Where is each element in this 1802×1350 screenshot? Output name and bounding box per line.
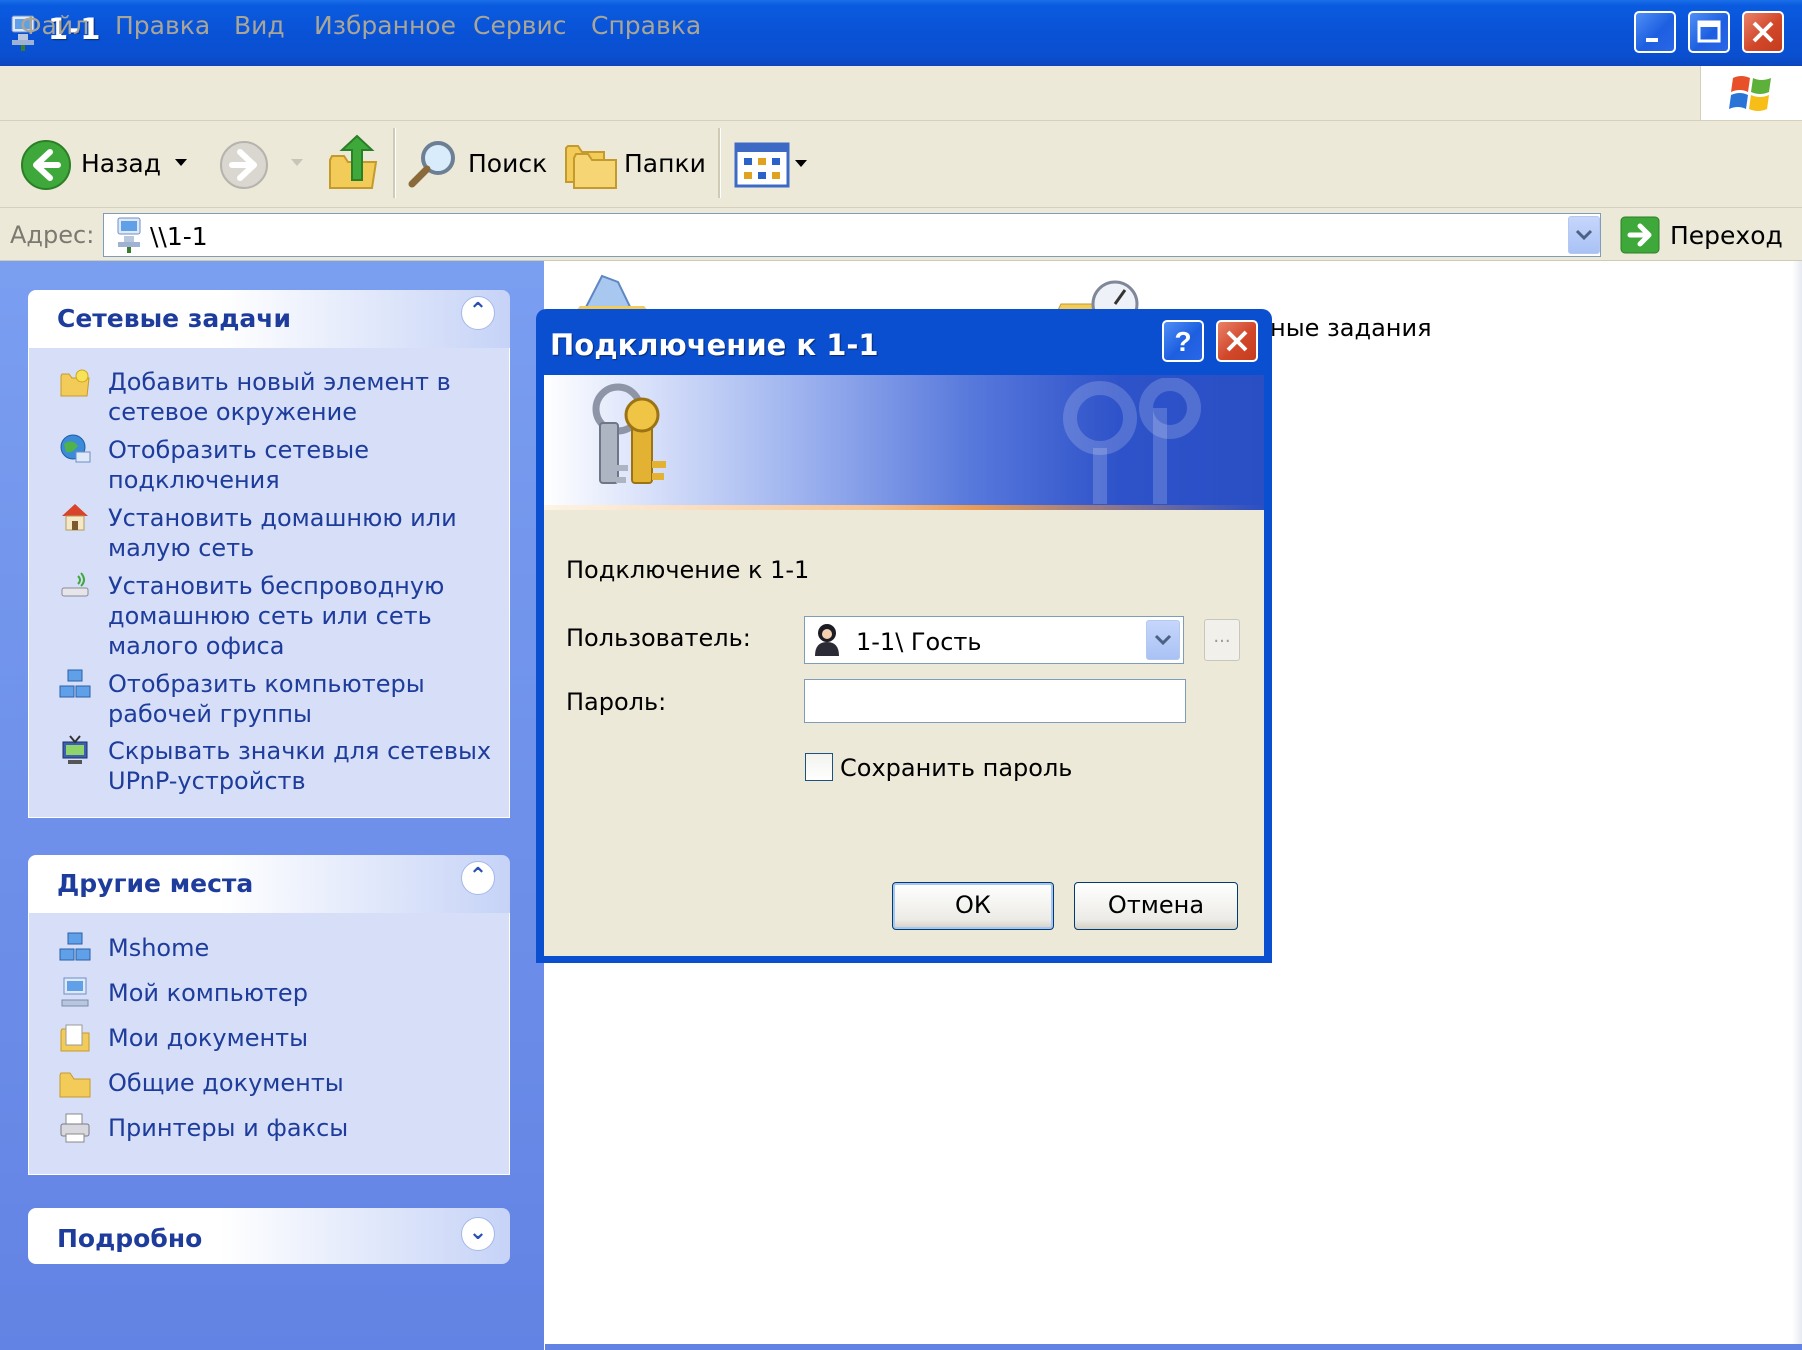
address-value: \\1-1 <box>150 222 208 251</box>
back-arrow-icon <box>21 140 71 190</box>
views-dropdown-icon <box>795 160 807 167</box>
collapse-chevron-icon[interactable]: ⌃ <box>461 861 495 895</box>
minimize-button[interactable] <box>1634 11 1676 53</box>
workgroup-icon <box>59 932 91 961</box>
scheduled-tasks-label[interactable]: ные задания <box>1270 314 1432 342</box>
up-folder-button[interactable] <box>326 132 382 194</box>
network-tasks-title: Сетевые задачи <box>57 304 291 333</box>
network-connections-icon <box>60 434 91 463</box>
upnp-device-icon <box>62 735 88 764</box>
keys-icon <box>592 383 666 484</box>
search-label: Поиск <box>468 149 548 178</box>
home-network-icon <box>62 504 88 531</box>
details-title: Подробно <box>57 1224 203 1253</box>
search-icon <box>408 141 455 188</box>
other-places-title: Другие места <box>57 869 254 898</box>
my-documents-icon <box>60 1024 90 1052</box>
windows-logo-icon <box>1729 76 1771 111</box>
window-bottom-border <box>545 1344 1802 1350</box>
place-printers-faxes[interactable]: Принтеры и факсы <box>108 1113 508 1143</box>
task-wireless-network[interactable]: Установить беспроводную домашнюю сеть ил… <box>108 571 508 661</box>
user-icon <box>815 624 839 656</box>
folders-label: Папки <box>624 149 706 178</box>
address-input[interactable] <box>103 213 1601 257</box>
cancel-button[interactable]: Отмена <box>1074 882 1238 930</box>
task-add-network-place[interactable]: Добавить новый элемент в сетевое окружен… <box>108 367 508 427</box>
folders-icon <box>565 145 617 189</box>
dialog-close-button[interactable] <box>1216 320 1258 362</box>
close-icon <box>1752 21 1774 43</box>
wireless-network-icon <box>61 572 89 597</box>
menu-view[interactable]: Вид <box>234 11 285 40</box>
place-mshome[interactable]: Mshome <box>108 933 508 963</box>
close-button[interactable] <box>1742 11 1784 53</box>
expand-chevron-icon[interactable]: ⌄ <box>461 1217 495 1251</box>
menu-file[interactable]: Файл <box>20 11 89 40</box>
place-shared-documents[interactable]: Общие документы <box>108 1068 508 1098</box>
maximize-icon <box>1697 20 1721 43</box>
help-icon: ? <box>1174 326 1191 357</box>
user-dropdown-button[interactable] <box>1146 620 1180 660</box>
keys-watermark-icon <box>1063 378 1201 504</box>
task-workgroup-computers[interactable]: Отобразить компьютеры рабочей группы <box>108 669 508 729</box>
chevron-down-icon <box>1154 634 1172 646</box>
windows-logo-area <box>1700 66 1802 120</box>
my-computer-icon <box>61 977 89 1007</box>
menu-tools[interactable]: Сервис <box>473 11 566 40</box>
chevron-down-icon <box>1575 229 1593 241</box>
user-value: 1-1\ Гость <box>856 628 982 656</box>
add-network-place-icon <box>60 369 90 397</box>
menu-edit[interactable]: Правка <box>115 11 210 40</box>
forward-dropdown-icon <box>291 159 303 166</box>
save-password-checkbox[interactable] <box>805 753 833 781</box>
toolbar-separator <box>393 128 396 198</box>
svg-text:?: ? <box>1174 326 1191 357</box>
save-password-label[interactable]: Сохранить пароль <box>840 754 1072 782</box>
workgroup-computers-icon <box>59 669 91 698</box>
back-label: Назад <box>81 149 162 178</box>
up-folder-icon <box>329 134 378 189</box>
search-button[interactable]: Поиск <box>404 134 548 192</box>
views-icon <box>734 142 790 188</box>
network-computer-icon <box>117 217 141 253</box>
dialog-title: Подключение к 1-1 <box>550 328 879 362</box>
dialog-help-button[interactable]: ? <box>1162 320 1204 362</box>
menu-favorites[interactable]: Избранное <box>314 11 456 40</box>
maximize-button[interactable] <box>1688 11 1730 53</box>
task-hide-upnp-icons[interactable]: Скрывать значки для сетевых UPnP-устройс… <box>108 736 508 796</box>
ok-button[interactable]: ОК <box>892 882 1054 930</box>
printers-faxes-icon <box>60 1113 90 1143</box>
go-arrow-icon <box>1620 216 1660 254</box>
forward-button[interactable] <box>216 137 306 191</box>
browse-user-button[interactable]: ... <box>1204 619 1240 661</box>
address-label: Адрес: <box>10 221 95 249</box>
minimize-icon <box>1646 38 1658 42</box>
dialog-message: Подключение к 1-1 <box>566 556 810 584</box>
toolbar-separator <box>718 128 721 198</box>
address-dropdown-button[interactable] <box>1568 216 1600 254</box>
collapse-chevron-icon[interactable]: ⌃ <box>461 296 495 330</box>
task-home-network[interactable]: Установить домашнюю или малую сеть <box>108 503 508 563</box>
back-button[interactable]: Назад <box>16 137 202 191</box>
shared-documents-folder-icon <box>59 1072 91 1098</box>
folders-button[interactable]: Папки <box>562 134 706 192</box>
place-my-computer[interactable]: Мой компьютер <box>108 978 508 1008</box>
content-right-edge <box>1792 261 1802 1350</box>
task-network-connections[interactable]: Отобразить сетевые подключения <box>108 435 508 495</box>
back-dropdown-icon[interactable] <box>174 157 188 169</box>
menu-bar <box>0 66 1802 121</box>
close-icon <box>1226 330 1248 352</box>
forward-arrow-icon <box>220 141 268 189</box>
password-input[interactable] <box>804 679 1186 723</box>
go-label: Переход <box>1670 221 1783 250</box>
views-button[interactable] <box>732 138 812 192</box>
user-label: Пользователь: <box>566 624 751 652</box>
place-my-documents[interactable]: Мои документы <box>108 1023 508 1053</box>
menu-help[interactable]: Справка <box>591 11 701 40</box>
password-label: Пароль: <box>566 688 667 716</box>
